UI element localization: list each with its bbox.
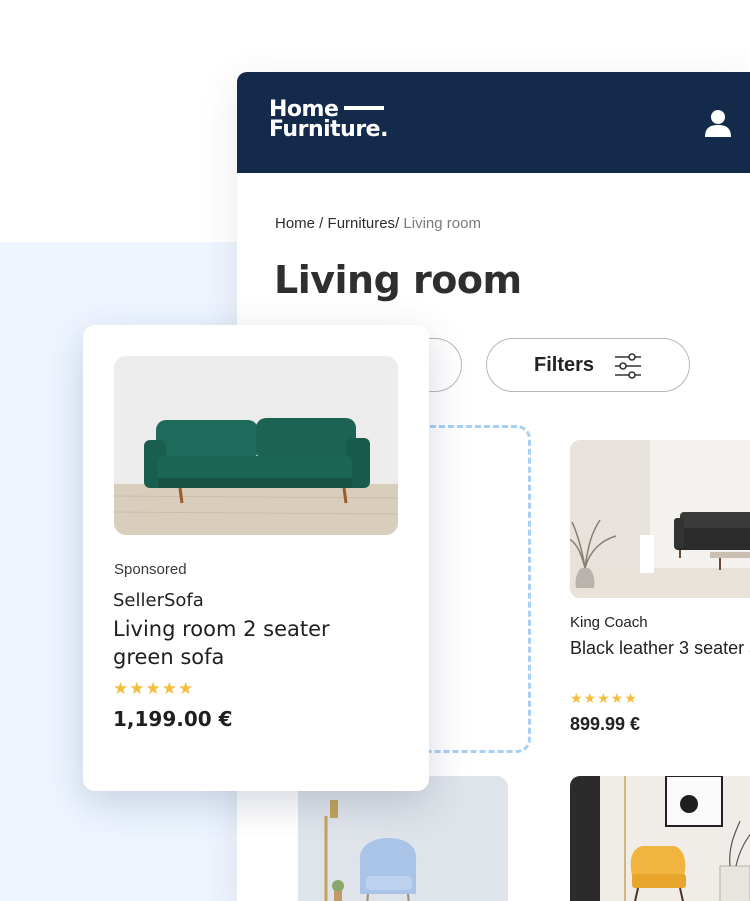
product-card-image[interactable] (570, 776, 750, 901)
logo-dash (344, 106, 385, 110)
rating-stars: ★★★★★ (113, 679, 195, 699)
sliders-icon (615, 353, 641, 379)
product-price: 899.99 € (570, 714, 641, 734)
product-image (570, 440, 750, 598)
logo[interactable]: Home Furniture. (269, 99, 388, 142)
site-header: Home Furniture. (237, 72, 750, 173)
filters-label: Filters (534, 354, 595, 376)
seller-name: SellerSofa (113, 590, 204, 611)
breadcrumb: Home / Furnitures/ Living room (275, 215, 481, 232)
sponsored-product-title[interactable]: Living room 2 seater green sofa (113, 615, 353, 671)
breadcrumb-separator: / (315, 215, 328, 232)
breadcrumb-category[interactable]: Furnitures (328, 215, 396, 232)
breadcrumb-home[interactable]: Home (275, 215, 315, 232)
logo-line-2: Furniture. (269, 117, 388, 142)
product-card-image[interactable] (298, 776, 508, 901)
breadcrumb-current: Living room (403, 215, 481, 232)
sponsored-product-image (114, 356, 398, 535)
sponsored-product-card[interactable]: Sponsored SellerSofa Living room 2 seate… (83, 325, 429, 791)
product-brand: King Coach (570, 614, 648, 631)
filters-button[interactable]: Filters (486, 338, 690, 392)
user-icon[interactable] (703, 108, 733, 138)
page-title: Living room (274, 258, 522, 302)
sponsored-product-price: 1,199.00 € (113, 707, 233, 731)
product-title[interactable]: Black leather 3 seater sofa (570, 636, 750, 660)
sponsored-tag: Sponsored (114, 561, 187, 578)
rating-stars: ★★★★★ (570, 691, 638, 707)
product-card[interactable]: King Coach Black leather 3 seater sofa ★… (570, 440, 750, 734)
